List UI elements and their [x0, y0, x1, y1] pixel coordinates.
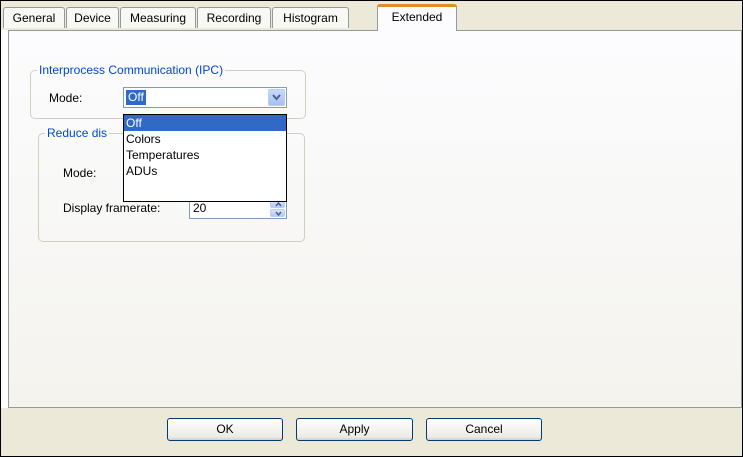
- dropdown-option-off[interactable]: Off: [124, 115, 286, 131]
- reduce-group-title: Reduce dis: [45, 126, 110, 141]
- tab-label: Device: [74, 11, 111, 25]
- tab-label: General: [12, 11, 56, 25]
- arrow-down-icon: [275, 211, 282, 216]
- tab-general[interactable]: General: [3, 7, 65, 28]
- dropdown-option-adus[interactable]: ADUs: [124, 163, 286, 179]
- chevron-down-icon: [272, 94, 281, 101]
- tab-recording[interactable]: Recording: [197, 7, 271, 28]
- display-framerate-label: Display framerate:: [63, 201, 161, 215]
- ipc-mode-value: Off: [126, 90, 146, 105]
- tab-strip: General Device Measuring Recording Histo…: [1, 1, 742, 31]
- button-bar: OK Apply Cancel: [1, 408, 742, 456]
- dialog-window: General Device Measuring Recording Histo…: [0, 0, 743, 457]
- tab-extended[interactable]: Extended: [377, 4, 457, 31]
- tab-label: Measuring: [129, 11, 187, 25]
- ipc-mode-dropdown-list: Off Colors Temperatures ADUs: [123, 114, 287, 202]
- spin-down-button[interactable]: [270, 209, 285, 217]
- tab-device[interactable]: Device: [66, 7, 119, 28]
- ipc-group-title: Interprocess Communication (IPC): [37, 63, 226, 78]
- reduce-mode-label: Mode:: [63, 166, 97, 180]
- cancel-button[interactable]: Cancel: [426, 418, 542, 441]
- arrow-up-icon: [275, 202, 282, 207]
- display-framerate-value: 20: [193, 201, 207, 215]
- tab-label: Recording: [206, 11, 262, 25]
- tab-histogram[interactable]: Histogram: [272, 7, 349, 28]
- dropdown-option-colors[interactable]: Colors: [124, 131, 286, 147]
- tab-label: Extended: [391, 10, 443, 24]
- tab-label: Histogram: [283, 11, 338, 25]
- ipc-mode-dropdown-button[interactable]: [268, 89, 285, 106]
- tab-measuring[interactable]: Measuring: [120, 7, 196, 28]
- apply-button[interactable]: Apply: [296, 418, 413, 441]
- ipc-mode-label: Mode:: [49, 91, 83, 105]
- ok-button[interactable]: OK: [167, 418, 283, 441]
- dropdown-option-temperatures[interactable]: Temperatures: [124, 147, 286, 163]
- ipc-mode-select[interactable]: Off: [123, 87, 287, 108]
- spinner-buttons: [270, 200, 285, 217]
